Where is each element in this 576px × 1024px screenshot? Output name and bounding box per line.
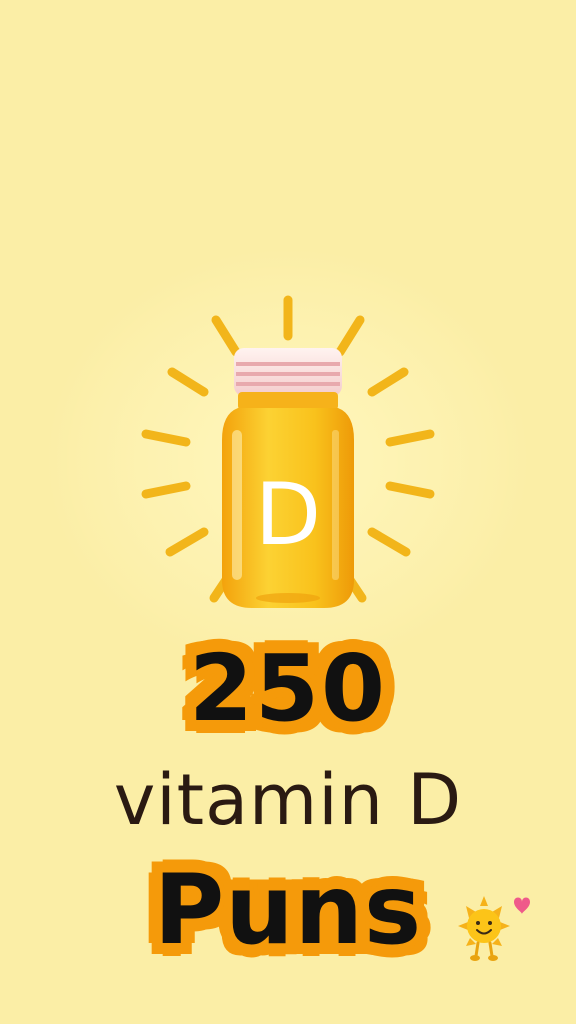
vitamin-bottle-illustration: D xyxy=(141,295,435,608)
bottle-label: D xyxy=(255,465,321,565)
topic-subtitle: vitamin D xyxy=(113,759,463,841)
smiling-sun-heart-icon xyxy=(458,896,530,961)
puns-count: 250 xyxy=(188,635,388,742)
